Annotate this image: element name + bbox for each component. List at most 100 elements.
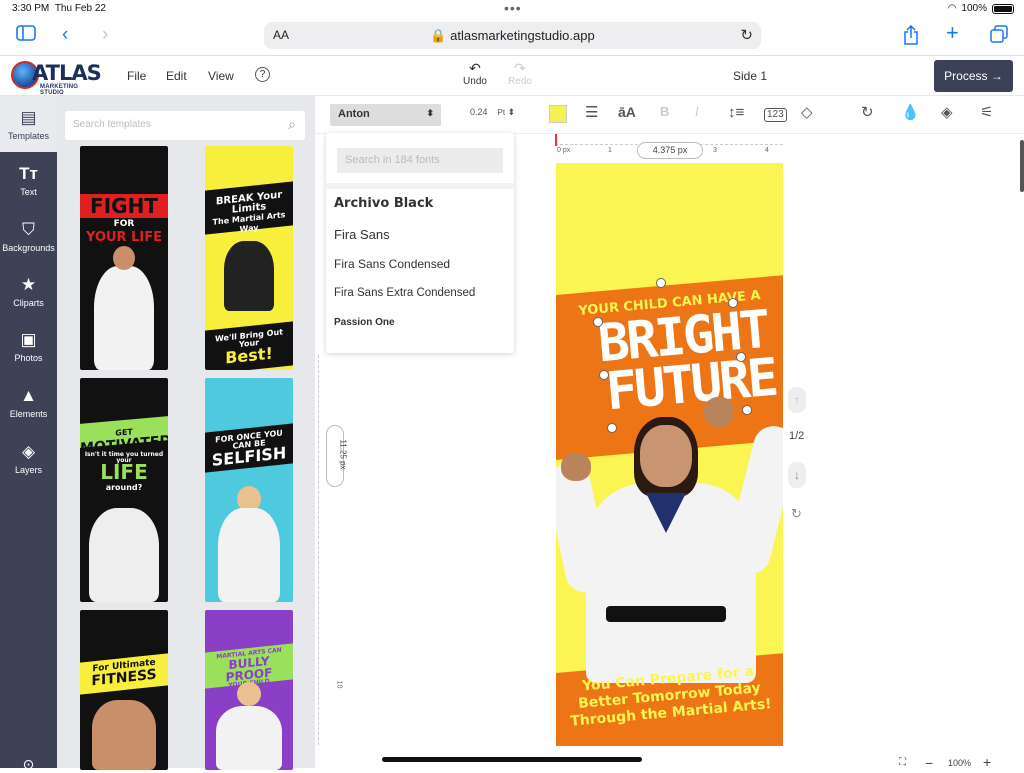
height-measure: 11.25 px	[326, 425, 348, 487]
font-case-icon[interactable]: āA	[618, 105, 636, 119]
line-height-icon[interactable]: ↕≡	[728, 105, 744, 120]
vertical-ruler: 10	[318, 355, 342, 745]
help-button[interactable]: ?	[255, 67, 270, 82]
template-thumb[interactable]: MARTIAL ARTS CAN BULLY PROOF YOUR CHILD	[205, 610, 293, 770]
design-canvas[interactable]: YOUR CHILD CAN HAVE A BRIGHT FUTURE You …	[556, 163, 783, 746]
font-option[interactable]: Archivo Black	[334, 196, 433, 211]
italic-icon[interactable]: I	[695, 105, 699, 118]
multitask-dots[interactable]: •••	[504, 0, 522, 16]
undo-button[interactable]: ↶ Undo	[455, 60, 495, 87]
share-icon[interactable]	[903, 24, 919, 49]
backgrounds-icon: ⛉	[22, 220, 35, 239]
nav-layers[interactable]: ◈ Layers	[0, 442, 57, 475]
karate-person	[218, 508, 280, 602]
tabs-icon[interactable]	[990, 25, 1008, 47]
nav-backgrounds[interactable]: ⛉ Backgrounds	[0, 220, 57, 253]
numbers-icon[interactable]: 123	[764, 108, 787, 122]
wifi-icon: ◠	[947, 3, 957, 14]
redo-icon: ↷	[514, 60, 526, 76]
app-header: ATLAS MARKETING STUDIO File Edit View ? …	[0, 56, 1024, 96]
reload-icon[interactable]: ↻	[740, 26, 753, 44]
child-right-fist	[704, 397, 734, 427]
person-head	[113, 246, 135, 270]
search-templates-input[interactable]: Search templates ⌕	[65, 111, 305, 140]
karate-person	[94, 266, 154, 370]
browser-toolbar: ‹ › AA 🔒 atlasmarketingstudio.app ↻ +	[0, 18, 1024, 56]
width-measure: 4.375 px	[637, 142, 703, 159]
child-face	[640, 425, 692, 487]
nav-elements[interactable]: ▲ Elements	[0, 386, 57, 419]
nav-templates[interactable]: ▤ Templates	[0, 108, 57, 141]
ruler-marker	[555, 134, 557, 146]
template-thumb[interactable]: FIGHT FOR YOUR LIFE	[80, 146, 168, 370]
font-option[interactable]: Passion One	[334, 317, 395, 328]
star-icon: ★	[20, 275, 37, 294]
text-color-swatch[interactable]	[549, 105, 567, 123]
nav-text[interactable]: Tт Text	[0, 164, 57, 197]
nav-photos[interactable]: ▣ Photos	[0, 330, 57, 363]
resize-handle[interactable]	[593, 317, 603, 327]
menu-edit[interactable]: Edit	[166, 69, 187, 83]
home-indicator	[382, 757, 642, 762]
adjust-icon[interactable]: ⚟	[980, 105, 993, 120]
bold-icon[interactable]: B	[660, 105, 669, 118]
resize-handle[interactable]	[736, 352, 746, 362]
atlas-logo[interactable]: ATLAS MARKETING STUDIO	[10, 59, 102, 96]
process-button[interactable]: Process →	[934, 60, 1013, 92]
forward-icon[interactable]: ›	[102, 25, 108, 44]
settings-icon[interactable]: ⊙	[0, 756, 57, 773]
resize-handle[interactable]	[742, 405, 752, 415]
url-text: 🔒 atlasmarketingstudio.app	[430, 28, 595, 43]
left-toolbar: ▤ Templates Tт Text ⛉ Backgrounds ★ Clip…	[0, 96, 57, 772]
new-tab-icon[interactable]: +	[946, 22, 959, 44]
page-down-button[interactable]: ↓	[788, 462, 806, 488]
karate-person	[224, 241, 274, 311]
text-toolbar: Anton ⬍ 0.24 Pt ⬍ ☰ āA B I ↕≡ 123 ◇ ↻ 💧 …	[315, 96, 1024, 134]
fill-bucket-icon[interactable]: ◇	[801, 105, 813, 120]
template-thumb[interactable]: FOR ONCE YOU CAN BE SELFISH	[205, 378, 293, 602]
resize-handle[interactable]	[599, 370, 609, 380]
redo-button[interactable]: ↷ Redo	[500, 60, 540, 87]
font-size-input[interactable]: 0.24 Pt ⬍	[470, 108, 515, 117]
font-family-select[interactable]: Anton ⬍	[330, 104, 441, 126]
resize-handle[interactable]	[607, 423, 617, 433]
elements-icon: ▲	[20, 386, 37, 405]
child-left-fist	[561, 453, 591, 481]
menu-view[interactable]: View	[208, 69, 234, 83]
align-icon[interactable]: ☰	[585, 105, 598, 120]
scrollbar[interactable]	[1020, 140, 1024, 192]
person-head	[237, 682, 261, 706]
font-option[interactable]: Fira Sans	[334, 227, 390, 242]
battery-status: ◠ 100%	[948, 3, 1014, 14]
template-thumb[interactable]: GET MOTIVATED Isn't it time you turned y…	[80, 378, 168, 602]
back-icon[interactable]: ‹	[62, 25, 68, 44]
template-thumb[interactable]: For Ultimate FITNESS	[80, 610, 168, 770]
font-option[interactable]: Fira Sans Extra Condensed	[334, 287, 475, 299]
font-dropdown: Search in 184 fonts Archivo Black Fira S…	[326, 133, 514, 353]
refresh-icon[interactable]: ↻	[791, 506, 802, 522]
nav-cliparts[interactable]: ★ Cliparts	[0, 275, 57, 308]
address-bar[interactable]: AA 🔒 atlasmarketingstudio.app ↻	[264, 22, 761, 49]
person-torso	[92, 700, 156, 770]
menu-file[interactable]: File	[127, 69, 146, 83]
layers-order-icon[interactable]: ◈	[941, 105, 953, 120]
font-option[interactable]: Fira Sans Condensed	[334, 257, 450, 271]
opacity-icon[interactable]: 💧	[901, 105, 920, 120]
font-search-input[interactable]: Search in 184 fonts	[337, 148, 503, 173]
side-label: Side 1	[733, 69, 768, 83]
updown-icon: ⬍	[426, 108, 434, 118]
template-thumb[interactable]: BREAK Your Limits The Martial Arts Way We…	[205, 146, 293, 370]
sidebar-icon[interactable]	[16, 25, 36, 45]
resize-handle[interactable]	[728, 298, 738, 308]
page-up-button[interactable]: ↑	[788, 387, 806, 413]
status-time: 3:30 PM Thu Feb 22	[12, 3, 106, 14]
battery-icon	[992, 3, 1014, 14]
zoom-out-icon[interactable]: −	[925, 755, 933, 771]
search-icon[interactable]: ⌕	[288, 116, 296, 133]
page-indicator: 1/2	[789, 430, 805, 442]
rotate-handle[interactable]	[656, 278, 666, 288]
rotate-icon[interactable]: ↻	[861, 105, 874, 120]
karate-person	[89, 508, 159, 602]
karate-person	[216, 706, 282, 770]
fit-screen-icon[interactable]: ⛶	[899, 757, 906, 768]
